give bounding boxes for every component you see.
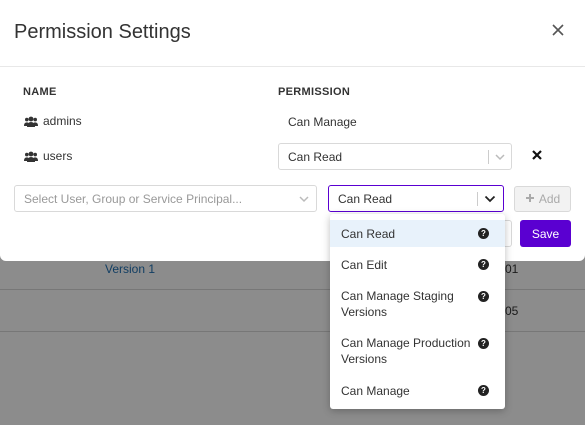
principal-select[interactable]: Select User, Group or Service Principal.… [14, 185, 317, 212]
permission-select-value: Can Read [338, 192, 393, 206]
add-button[interactable]: Add [514, 186, 571, 212]
principal-select-placeholder: Select User, Group or Service Principal.… [24, 192, 243, 206]
permission-select-users[interactable]: Can Read [278, 143, 512, 170]
help-icon[interactable]: ? [478, 259, 489, 270]
principal-name: users [43, 149, 73, 163]
principal-name: admins [43, 114, 82, 128]
principal-row-users: users [24, 149, 72, 163]
help-icon[interactable]: ? [478, 338, 489, 349]
help-icon[interactable]: ? [478, 291, 489, 302]
permission-dropdown-menu: Can Read ? Can Edit ? Can Manage Staging… [330, 214, 505, 409]
users-icon [24, 116, 38, 127]
save-button[interactable]: Save [520, 220, 571, 247]
dropdown-option-can-edit[interactable]: Can Edit ? [330, 251, 505, 278]
option-label: Can Manage Production Versions [341, 336, 471, 366]
help-icon[interactable]: ? [478, 228, 489, 239]
remove-principal-button[interactable] [530, 149, 544, 163]
permission-select-new[interactable]: Can Read [328, 185, 504, 212]
column-header-permission: PERMISSION [278, 86, 351, 98]
permission-select-value: Can Read [288, 150, 343, 164]
help-icon[interactable]: ? [478, 385, 489, 396]
principal-row-admins: admins [24, 114, 82, 128]
permission-value-admins: Can Manage [288, 115, 357, 129]
dropdown-option-can-manage[interactable]: Can Manage ? [330, 377, 505, 404]
close-icon[interactable] [549, 21, 567, 41]
chevron-down-icon[interactable] [297, 192, 311, 206]
select-separator [477, 192, 478, 206]
option-label: Can Manage Staging Versions [341, 289, 454, 319]
option-label: Can Manage [341, 384, 410, 398]
modal-header: Permission Settings [0, 0, 585, 67]
dropdown-option-can-read[interactable]: Can Read ? [330, 220, 505, 247]
modal-title: Permission Settings [14, 21, 191, 43]
chevron-down-icon[interactable] [493, 150, 507, 164]
option-label: Can Read [341, 227, 396, 241]
select-separator [488, 150, 489, 164]
dropdown-option-can-manage-staging[interactable]: Can Manage Staging Versions ? [330, 284, 505, 324]
option-label: Can Edit [341, 258, 388, 272]
chevron-down-icon[interactable] [483, 192, 497, 206]
plus-icon [525, 192, 535, 206]
column-header-name: NAME [23, 86, 57, 98]
add-button-label: Add [538, 192, 561, 206]
users-icon [24, 151, 38, 162]
dropdown-option-can-manage-production[interactable]: Can Manage Production Versions ? [330, 331, 505, 371]
